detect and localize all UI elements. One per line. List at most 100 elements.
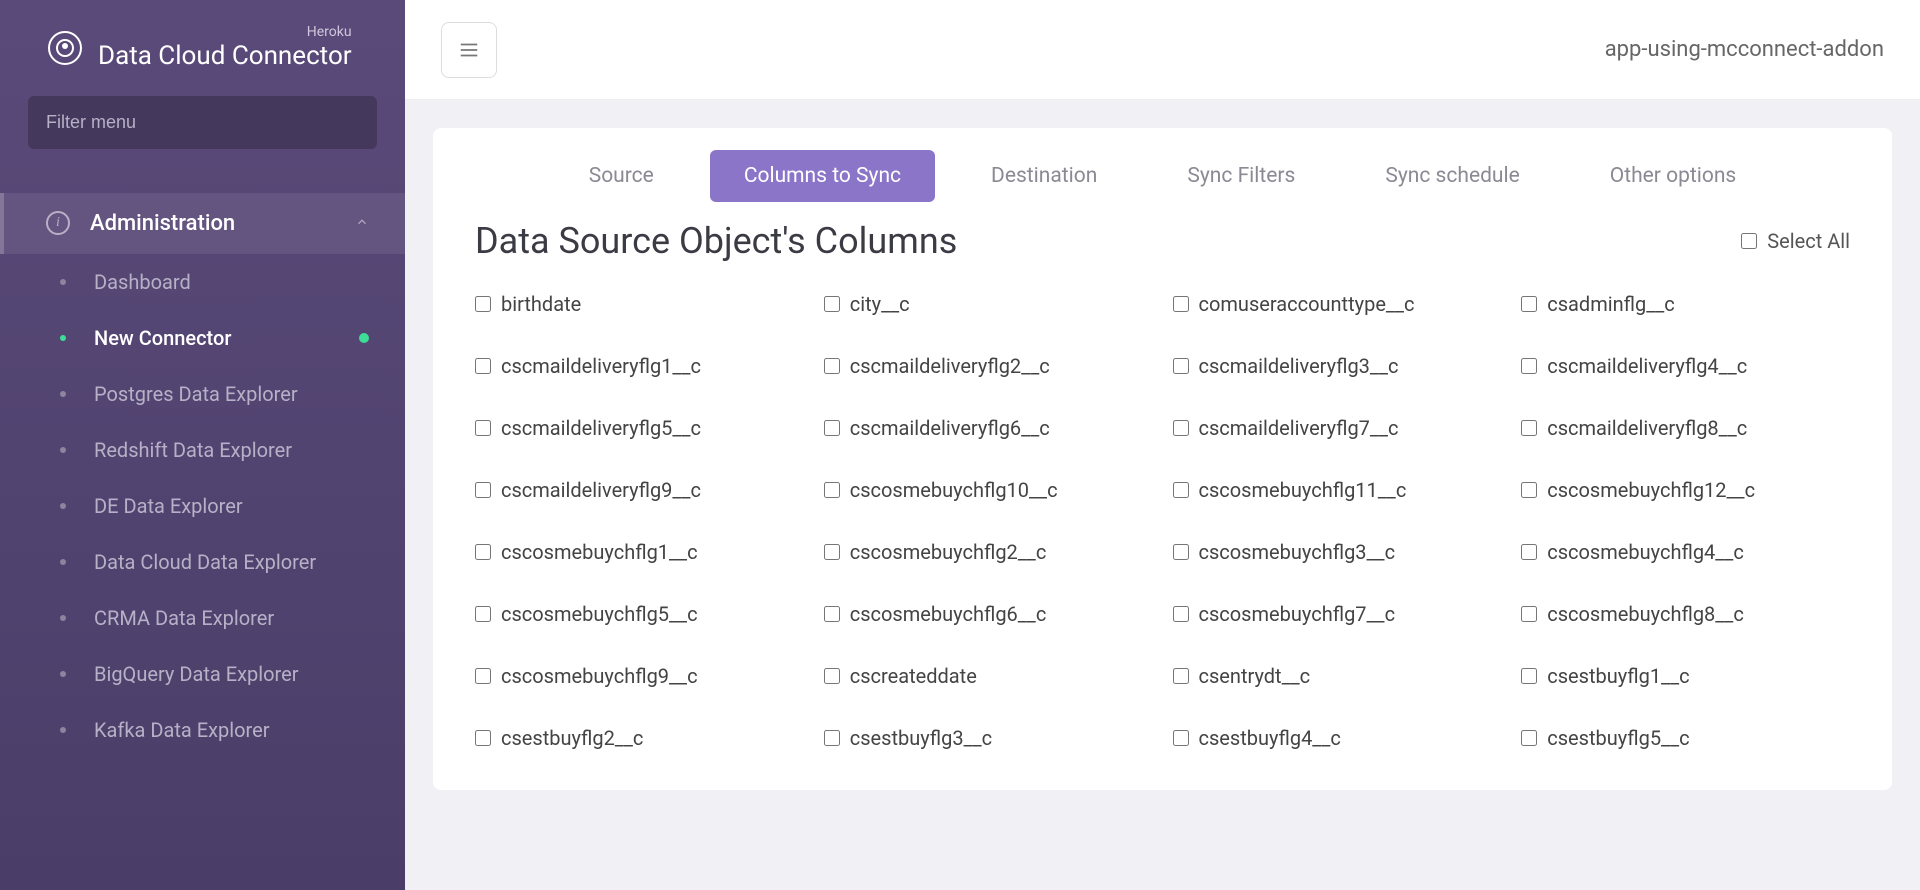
brand-icon: [48, 31, 82, 65]
column-checkbox[interactable]: [824, 420, 840, 436]
column-checkbox[interactable]: [824, 668, 840, 684]
column-checkbox[interactable]: [475, 668, 491, 684]
column-checkbox[interactable]: [475, 358, 491, 374]
column-checkbox[interactable]: [1173, 482, 1189, 498]
column-checkbox[interactable]: [824, 296, 840, 312]
tab[interactable]: Columns to Sync: [710, 150, 935, 202]
nav-dot-icon: [60, 559, 66, 565]
tab[interactable]: Sync Filters: [1153, 150, 1329, 202]
column-item[interactable]: cscosmebuychflg6__c: [824, 602, 1153, 626]
column-item[interactable]: cscosmebuychflg5__c: [475, 602, 804, 626]
filter-menu-input[interactable]: [28, 96, 377, 149]
column-item[interactable]: cscmaildeliveryflg1__c: [475, 354, 804, 378]
column-label: csestbuyflg5__c: [1547, 726, 1689, 750]
column-item[interactable]: csestbuyflg3__c: [824, 726, 1153, 750]
column-label: cscmaildeliveryflg6__c: [850, 416, 1050, 440]
column-item[interactable]: csestbuyflg5__c: [1521, 726, 1850, 750]
column-checkbox[interactable]: [1173, 730, 1189, 746]
column-item[interactable]: csestbuyflg1__c: [1521, 664, 1850, 688]
column-label: csadminflg__c: [1547, 292, 1675, 316]
column-checkbox[interactable]: [1173, 606, 1189, 622]
nav-section-administration[interactable]: i Administration: [0, 193, 405, 254]
sidebar-item[interactable]: Redshift Data Explorer: [0, 422, 405, 478]
tab[interactable]: Source: [555, 150, 688, 202]
column-item[interactable]: csestbuyflg4__c: [1173, 726, 1502, 750]
column-item[interactable]: cscmaildeliveryflg4__c: [1521, 354, 1850, 378]
column-item[interactable]: cscmaildeliveryflg7__c: [1173, 416, 1502, 440]
column-item[interactable]: cscosmebuychflg8__c: [1521, 602, 1850, 626]
column-checkbox[interactable]: [1521, 296, 1537, 312]
column-item[interactable]: cscosmebuychflg3__c: [1173, 540, 1502, 564]
sidebar-item[interactable]: DE Data Explorer: [0, 478, 405, 534]
nav-dot-icon: [60, 615, 66, 621]
column-checkbox[interactable]: [1173, 668, 1189, 684]
column-checkbox[interactable]: [475, 606, 491, 622]
column-item[interactable]: comuseraccounttype__c: [1173, 292, 1502, 316]
sidebar-item[interactable]: Postgres Data Explorer: [0, 366, 405, 422]
column-item[interactable]: csentrydt__c: [1173, 664, 1502, 688]
column-label: cscmaildeliveryflg1__c: [501, 354, 701, 378]
sidebar-item[interactable]: Dashboard: [0, 254, 405, 310]
column-item[interactable]: cscmaildeliveryflg2__c: [824, 354, 1153, 378]
column-checkbox[interactable]: [824, 544, 840, 560]
sidebar-item[interactable]: Kafka Data Explorer: [0, 702, 405, 758]
column-checkbox[interactable]: [1173, 296, 1189, 312]
nav-dot-icon: [60, 335, 66, 341]
column-label: cscosmebuychflg7__c: [1199, 602, 1396, 626]
tab[interactable]: Sync schedule: [1351, 150, 1553, 202]
column-checkbox[interactable]: [824, 730, 840, 746]
column-checkbox[interactable]: [1521, 420, 1537, 436]
column-checkbox[interactable]: [1521, 606, 1537, 622]
column-item[interactable]: cscosmebuychflg7__c: [1173, 602, 1502, 626]
column-label: csestbuyflg4__c: [1199, 726, 1341, 750]
column-item[interactable]: cscosmebuychflg4__c: [1521, 540, 1850, 564]
menu-toggle-button[interactable]: [441, 22, 497, 78]
column-checkbox[interactable]: [475, 544, 491, 560]
column-item[interactable]: cscmaildeliveryflg6__c: [824, 416, 1153, 440]
column-checkbox[interactable]: [1173, 358, 1189, 374]
column-checkbox[interactable]: [475, 730, 491, 746]
sidebar-item[interactable]: Data Cloud Data Explorer: [0, 534, 405, 590]
column-item[interactable]: csestbuyflg2__c: [475, 726, 804, 750]
column-checkbox[interactable]: [475, 420, 491, 436]
sidebar-item-label: New Connector: [94, 326, 231, 350]
column-item[interactable]: cscosmebuychflg11__c: [1173, 478, 1502, 502]
column-item[interactable]: cscosmebuychflg2__c: [824, 540, 1153, 564]
column-checkbox[interactable]: [1521, 482, 1537, 498]
column-item[interactable]: cscmaildeliveryflg8__c: [1521, 416, 1850, 440]
column-item[interactable]: cscmaildeliveryflg5__c: [475, 416, 804, 440]
column-checkbox[interactable]: [475, 482, 491, 498]
column-checkbox[interactable]: [824, 358, 840, 374]
chevron-up-icon: [355, 214, 369, 233]
column-item[interactable]: birthdate: [475, 292, 804, 316]
column-item[interactable]: cscmaildeliveryflg3__c: [1173, 354, 1502, 378]
column-checkbox[interactable]: [824, 606, 840, 622]
sidebar-item[interactable]: New Connector: [0, 310, 405, 366]
sidebar-item-label: BigQuery Data Explorer: [94, 662, 298, 686]
column-label: csestbuyflg1__c: [1547, 664, 1689, 688]
section-title: Data Source Object's Columns: [475, 220, 957, 262]
column-checkbox[interactable]: [1521, 544, 1537, 560]
column-item[interactable]: cscmaildeliveryflg9__c: [475, 478, 804, 502]
column-item[interactable]: cscosmebuychflg9__c: [475, 664, 804, 688]
column-checkbox[interactable]: [824, 482, 840, 498]
sidebar-item[interactable]: BigQuery Data Explorer: [0, 646, 405, 702]
column-item[interactable]: city__c: [824, 292, 1153, 316]
tab[interactable]: Destination: [957, 150, 1131, 202]
column-checkbox[interactable]: [1521, 730, 1537, 746]
column-checkbox[interactable]: [1521, 668, 1537, 684]
sidebar-item[interactable]: CRMA Data Explorer: [0, 590, 405, 646]
tab[interactable]: Other options: [1576, 150, 1771, 202]
column-checkbox[interactable]: [1521, 358, 1537, 374]
select-all-checkbox[interactable]: [1741, 233, 1757, 249]
column-item[interactable]: cscreateddate: [824, 664, 1153, 688]
column-item[interactable]: cscosmebuychflg10__c: [824, 478, 1153, 502]
column-item[interactable]: cscosmebuychflg12__c: [1521, 478, 1850, 502]
select-all-toggle[interactable]: Select All: [1741, 229, 1850, 253]
column-checkbox[interactable]: [1173, 420, 1189, 436]
column-item[interactable]: csadminflg__c: [1521, 292, 1850, 316]
column-label: cscmaildeliveryflg2__c: [850, 354, 1050, 378]
column-checkbox[interactable]: [1173, 544, 1189, 560]
column-checkbox[interactable]: [475, 296, 491, 312]
column-item[interactable]: cscosmebuychflg1__c: [475, 540, 804, 564]
